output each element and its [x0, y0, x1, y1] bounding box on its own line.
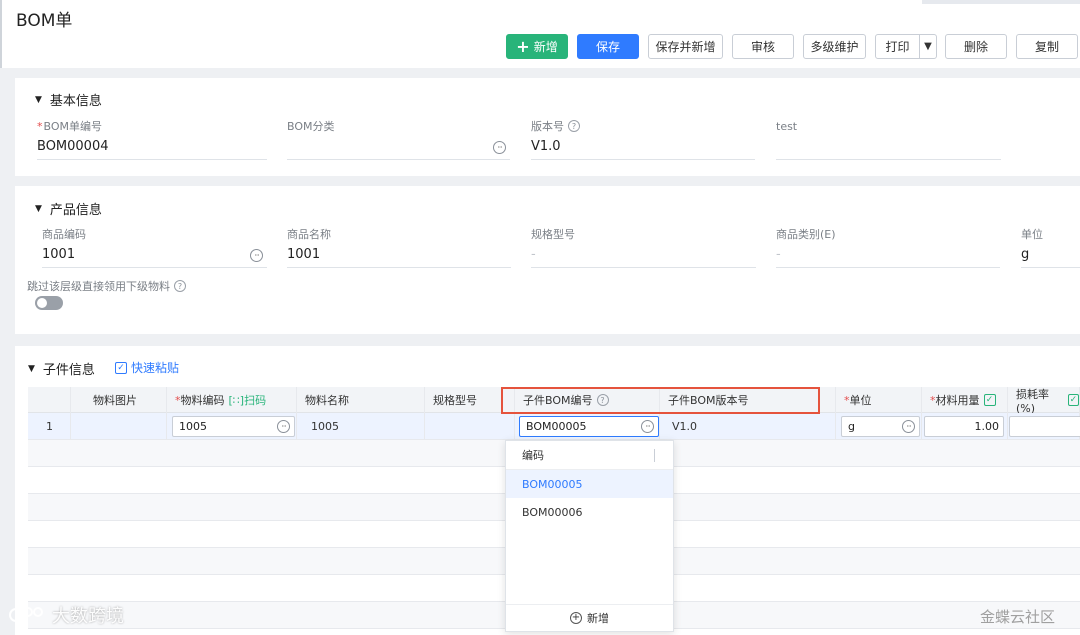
grid-header: 物料图片 * 物料编码 [∷]扫码 物料名称 规格型号 子件BOM编号? 子件BOM…: [28, 387, 1080, 415]
dropdown-header: 编码: [506, 441, 673, 470]
product-code-field[interactable]: 商品编码 1001 ···: [42, 226, 267, 270]
quantity-input[interactable]: 1.00: [924, 416, 1004, 437]
row-index: 1: [28, 413, 71, 440]
help-icon[interactable]: ?: [568, 120, 580, 132]
version-field[interactable]: 版本号? V1.0: [531, 118, 755, 162]
col-child-version: 子件BOM版本号: [660, 387, 836, 413]
print-button[interactable]: 打印 ▼: [875, 34, 937, 59]
col-child-bom: 子件BOM编号?: [515, 387, 660, 413]
chevron-down-icon[interactable]: ▼: [920, 35, 936, 58]
collapse-triangle-icon: ▼: [35, 203, 42, 214]
basic-info-title[interactable]: ▼ 基本信息: [35, 90, 102, 109]
scan-button[interactable]: [∷]扫码: [229, 392, 267, 408]
batch-edit-icon[interactable]: ✓: [983, 394, 996, 406]
plus-icon: +: [516, 36, 530, 56]
col-unit: * 单位: [836, 387, 922, 413]
row-name: 1005: [297, 413, 425, 440]
unit-input[interactable]: g ···: [841, 416, 920, 437]
product-name-value[interactable]: 1001: [287, 242, 511, 268]
more-icon[interactable]: ···: [277, 420, 290, 433]
row-unit-cell: g ···: [836, 413, 922, 440]
copy-button[interactable]: 复制: [1016, 34, 1078, 59]
watermark-left: 大数跨境: [8, 602, 124, 628]
delete-button[interactable]: 删除: [945, 34, 1007, 59]
loss-rate-input[interactable]: [1009, 416, 1080, 437]
col-material-name: 物料名称: [297, 387, 425, 413]
unit-value[interactable]: g: [1021, 242, 1080, 268]
collapse-triangle-icon: ▼: [35, 94, 42, 105]
more-icon[interactable]: ···: [493, 141, 506, 154]
save-and-new-button[interactable]: 保存并新增: [648, 34, 723, 59]
product-info-section: ▼ 产品信息 商品编码 1001 ··· 商品名称 1001 规格型号 - 商品类…: [15, 186, 1080, 334]
watermark-logo-icon: [9, 607, 43, 622]
page-title: BOM单: [16, 11, 73, 31]
more-icon[interactable]: ···: [641, 420, 654, 433]
bom-no-value[interactable]: BOM00004: [37, 134, 267, 160]
test-value[interactable]: [776, 134, 1001, 160]
col-quantity: * 材料用量 ✓: [922, 387, 1008, 413]
paste-icon: ✓: [115, 361, 127, 374]
row-qty-cell: 1.00: [922, 413, 1008, 440]
column-resize-handle[interactable]: [654, 449, 655, 462]
quick-paste-button[interactable]: ✓ 快速粘贴: [115, 359, 179, 376]
top-strip: [922, 0, 1080, 4]
skip-level-label: 跳过该层级直接领用下级物料?: [27, 278, 186, 294]
multi-level-button[interactable]: 多级维护: [803, 34, 866, 59]
unit-field[interactable]: 单位 g: [1021, 226, 1080, 270]
save-button[interactable]: 保存: [577, 34, 639, 59]
row-image[interactable]: [71, 413, 167, 440]
spec-value: -: [531, 242, 756, 268]
child-bom-dropdown: 编码 BOM00005 BOM00006 + 新增: [505, 440, 674, 632]
col-loss-rate: 损耗率(%) ✓: [1008, 387, 1080, 415]
bom-category-value[interactable]: ···: [287, 134, 510, 160]
plus-circle-icon: +: [570, 612, 582, 624]
product-info-title[interactable]: ▼ 产品信息: [35, 199, 102, 218]
watermark-right: 金蝶云社区: [980, 608, 1056, 626]
row-loss-cell: [1008, 413, 1080, 440]
dropdown-option[interactable]: BOM00005: [506, 470, 673, 498]
page-header: BOM单 + 新增 保存 保存并新增 审核 多级维护 打印 ▼ 删除 复制: [0, 0, 1080, 68]
child-bom-input[interactable]: BOM00005 ···: [519, 416, 659, 437]
test-field[interactable]: test: [776, 118, 1001, 162]
product-name-field[interactable]: 商品名称 1001: [287, 226, 511, 270]
version-value[interactable]: V1.0: [531, 134, 755, 160]
help-icon[interactable]: ?: [596, 394, 609, 406]
row-child-version: V1.0: [660, 413, 836, 440]
row-child-bom-cell: BOM00005 ···: [515, 413, 660, 440]
bom-category-field[interactable]: BOM分类 ···: [287, 118, 510, 162]
batch-edit-icon[interactable]: ✓: [1067, 394, 1079, 406]
dropdown-option[interactable]: BOM00006: [506, 498, 673, 526]
collapse-triangle-icon: ▼: [28, 363, 35, 374]
help-icon[interactable]: ?: [174, 280, 186, 292]
toggle-knob: [37, 298, 47, 308]
print-label[interactable]: 打印: [876, 35, 920, 58]
product-code-value[interactable]: 1001 ···: [42, 242, 267, 268]
row-spec: [425, 413, 515, 440]
col-material-code: * 物料编码 [∷]扫码: [167, 387, 297, 413]
col-index: [28, 387, 71, 413]
product-category-field: 商品类别(E) -: [776, 226, 1000, 270]
basic-info-section: ▼ 基本信息 * BOM单编号 BOM00004 BOM分类 ··· 版本号? V…: [15, 78, 1080, 176]
more-icon[interactable]: ···: [250, 249, 263, 262]
more-icon[interactable]: ···: [902, 420, 915, 433]
toolbar: + 新增 保存 保存并新增 审核 多级维护 打印 ▼ 删除 复制: [2, 34, 1080, 60]
product-category-value: -: [776, 242, 1000, 268]
audit-button[interactable]: 审核: [732, 34, 794, 59]
required-mark: *: [37, 119, 43, 133]
spec-field: 规格型号 -: [531, 226, 756, 270]
children-info-title[interactable]: ▼ 子件信息: [28, 359, 95, 378]
col-spec: 规格型号: [425, 387, 515, 413]
add-button[interactable]: + 新增: [506, 34, 568, 59]
bom-no-field[interactable]: * BOM单编号 BOM00004: [37, 118, 267, 162]
material-code-input[interactable]: 1005 ···: [172, 416, 295, 437]
skip-level-toggle[interactable]: [35, 296, 63, 310]
row-code-cell: 1005 ···: [167, 413, 297, 440]
col-image: 物料图片: [71, 387, 167, 413]
table-row[interactable]: 1 1005 ··· 1005 BOM00005 ··· V1.0 g ··· 1.0…: [28, 413, 1080, 440]
dropdown-add-button[interactable]: + 新增: [506, 604, 673, 631]
